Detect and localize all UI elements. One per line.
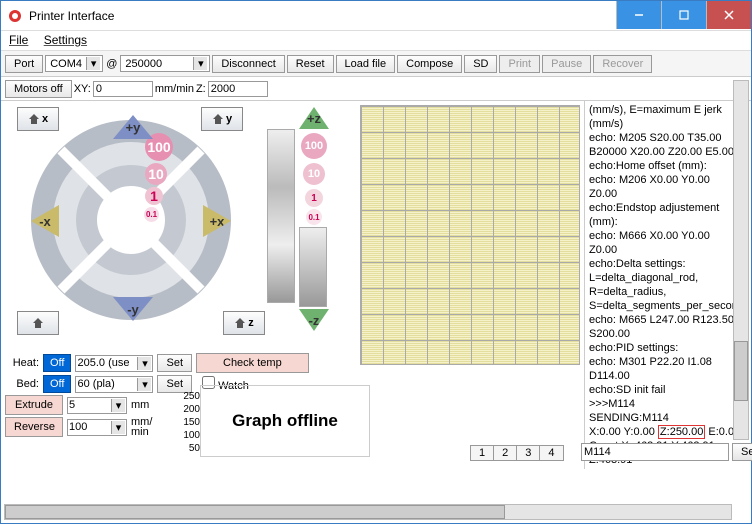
jog-10[interactable]: 10 [145, 163, 167, 185]
tab-1[interactable]: 1 [470, 445, 494, 461]
bed-preset-combo[interactable]: 60 (pla)▾ [75, 376, 153, 393]
bed-label: Bed: [5, 378, 39, 390]
chevron-down-icon: ▾ [193, 57, 207, 70]
console-output: (mm/s), E=maximum E jerk(mm/s)echo: M205… [584, 101, 751, 469]
minus-z-arrow[interactable]: -z [299, 309, 329, 331]
reverse-button[interactable]: Reverse [5, 417, 63, 437]
loadfile-button[interactable]: Load file [336, 55, 396, 73]
z-100[interactable]: 100 [301, 133, 327, 159]
menu-file[interactable]: File [9, 33, 28, 47]
chevron-down-icon: ▾ [137, 378, 151, 391]
heat-preset-combo[interactable]: 205.0 (use▾ [75, 355, 153, 372]
tab-2[interactable]: 2 [493, 445, 517, 461]
temp-graph: Graph offline [200, 385, 370, 457]
check-temp-button[interactable]: Check temp [196, 353, 309, 373]
plus-z-arrow[interactable]: +z [299, 107, 329, 129]
z-speed-input[interactable] [208, 81, 268, 97]
heat-toggle[interactable]: Off [43, 354, 71, 372]
z-label: Z: [196, 83, 206, 95]
z-1[interactable]: 1 [305, 189, 323, 207]
maximize-button[interactable] [661, 1, 706, 29]
pause-button[interactable]: Pause [542, 55, 591, 73]
mmmin-label: mm/ min [131, 417, 152, 437]
jog-01[interactable]: 0.1 [144, 207, 159, 222]
view-tabs: 1 2 3 4 [470, 445, 563, 461]
gcode-input[interactable] [581, 443, 729, 461]
window-title: Printer Interface [29, 9, 616, 23]
bed-toggle[interactable]: Off [43, 375, 71, 393]
h-scrollbar[interactable] [4, 504, 732, 520]
port-button[interactable]: Port [5, 55, 43, 73]
build-plate-preview [360, 105, 580, 365]
reset-button[interactable]: Reset [287, 55, 334, 73]
close-button[interactable] [706, 1, 751, 29]
extrude-speed-input[interactable]: 100▾ [67, 419, 127, 436]
recover-button[interactable]: Recover [593, 55, 652, 73]
tab-3[interactable]: 3 [516, 445, 540, 461]
menu-settings[interactable]: Settings [44, 33, 87, 47]
tab-4[interactable]: 4 [539, 445, 563, 461]
sd-button[interactable]: SD [464, 55, 497, 73]
z-gradient-bar-2 [267, 129, 295, 303]
compose-button[interactable]: Compose [397, 55, 462, 73]
motors-off-button[interactable]: Motors off [5, 80, 72, 98]
graph-y-axis: 25020015010050 [178, 390, 200, 455]
heat-set-button[interactable]: Set [157, 354, 192, 372]
send-button[interactable]: Send [732, 443, 752, 461]
mm-label: mm [131, 399, 149, 411]
z-gradient-bar [299, 227, 327, 307]
console-scrollbar[interactable] [733, 80, 749, 440]
print-button[interactable]: Print [499, 55, 540, 73]
disconnect-button[interactable]: Disconnect [212, 55, 284, 73]
z-01[interactable]: 0.1 [306, 209, 322, 225]
z-10[interactable]: 10 [303, 163, 325, 185]
xy-speed-input[interactable] [93, 81, 153, 97]
xy-unit: mm/min [155, 83, 194, 95]
extrude-button[interactable]: Extrude [5, 395, 63, 415]
minimize-button[interactable] [616, 1, 661, 29]
chevron-down-icon: ▾ [137, 357, 151, 370]
extrude-len-input[interactable]: 5▾ [67, 397, 127, 414]
at-label: @ [106, 58, 117, 70]
port-combo[interactable]: COM4▾ [45, 55, 103, 72]
app-icon [7, 8, 23, 24]
heat-label: Heat: [5, 357, 39, 369]
xy-label: XY: [74, 83, 91, 95]
jog-1[interactable]: 1 [145, 187, 163, 205]
chevron-down-icon: ▾ [86, 57, 100, 70]
baud-combo[interactable]: 250000▾ [120, 55, 210, 72]
